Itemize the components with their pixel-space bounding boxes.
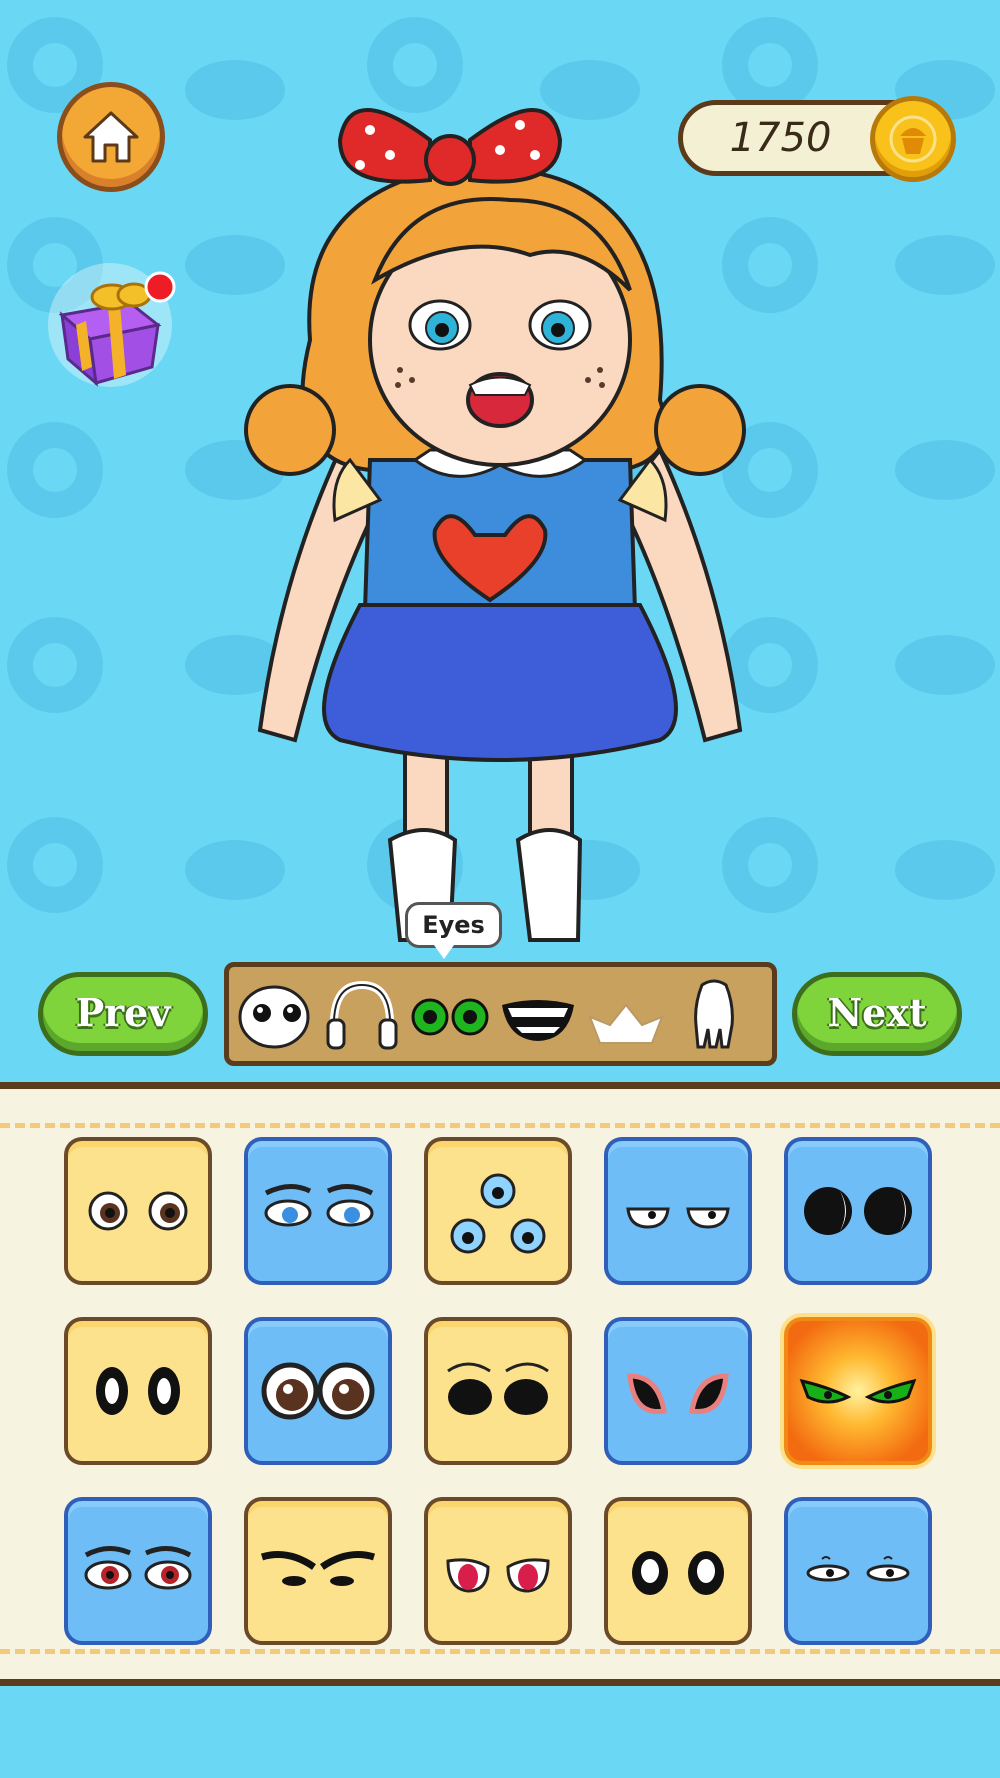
crescent-black-eyes-icon — [804, 1187, 912, 1235]
face-category-icon[interactable] — [234, 975, 314, 1055]
bored-eyes-icon — [626, 1207, 730, 1229]
next-button[interactable]: Next — [792, 972, 962, 1056]
narrow-sleepy-eyes-icon — [806, 1556, 910, 1582]
eyes-item-red-pink[interactable] — [424, 1497, 572, 1645]
round-brown-eyes-icon — [88, 1191, 188, 1231]
eyes-item-angry-brows[interactable] — [244, 1497, 392, 1645]
eyes-item-oval-black[interactable] — [64, 1317, 212, 1465]
character-preview — [244, 108, 746, 942]
headphones-category-icon[interactable] — [322, 975, 402, 1055]
eyes-item-round-brown[interactable] — [64, 1137, 212, 1285]
eyes-item-black-white-oval[interactable] — [604, 1497, 752, 1645]
gift-icon[interactable] — [40, 255, 180, 395]
sleepy-blue-eyes-icon — [264, 1184, 374, 1227]
category-bar — [224, 962, 777, 1066]
eyes-category-icon[interactable] — [410, 975, 490, 1055]
cupcake-coin-icon[interactable] — [870, 96, 956, 182]
prev-button[interactable]: Prev — [38, 972, 208, 1056]
category-tooltip: Eyes — [405, 902, 502, 959]
hollow-dark-eyes-icon — [447, 1362, 549, 1415]
eyes-item-big-brown[interactable] — [244, 1317, 392, 1465]
pink-almond-eyes-icon — [627, 1373, 729, 1415]
angry-brows-eyes-icon — [260, 1551, 376, 1586]
home-button[interactable] — [57, 82, 165, 192]
eyes-item-pink-almond[interactable] — [604, 1317, 752, 1465]
panel-divider-bottom — [0, 1649, 1000, 1654]
bottom-strip — [0, 1690, 1000, 1778]
three-blue-eyes-icon — [450, 1173, 546, 1254]
red-tired-eyes-icon — [84, 1546, 192, 1590]
items-panel — [0, 1082, 1000, 1686]
eyes-item-crescent-black[interactable] — [784, 1137, 932, 1285]
eyes-item-narrow-sleepy[interactable] — [784, 1497, 932, 1645]
hat-category-icon[interactable] — [586, 975, 666, 1055]
glove-category-icon[interactable] — [674, 975, 754, 1055]
eyes-item-sleepy-blue[interactable] — [244, 1137, 392, 1285]
black-white-oval-eyes-icon — [632, 1551, 724, 1595]
mouth-category-icon[interactable] — [498, 975, 578, 1055]
panel-divider-top — [0, 1123, 1000, 1128]
eyes-item-hollow-dark[interactable] — [424, 1317, 572, 1465]
red-pink-eyes-icon — [446, 1558, 550, 1593]
eyes-item-red-tired[interactable] — [64, 1497, 212, 1645]
home-icon — [83, 111, 139, 163]
eyes-item-green-glowing[interactable] — [784, 1317, 932, 1465]
eyes-item-three-blue[interactable] — [424, 1137, 572, 1285]
big-brown-eyes-icon — [261, 1362, 375, 1420]
green-glowing-eyes-icon — [799, 1378, 917, 1404]
eyes-item-bored[interactable] — [604, 1137, 752, 1285]
oval-black-eyes-icon — [96, 1367, 180, 1415]
